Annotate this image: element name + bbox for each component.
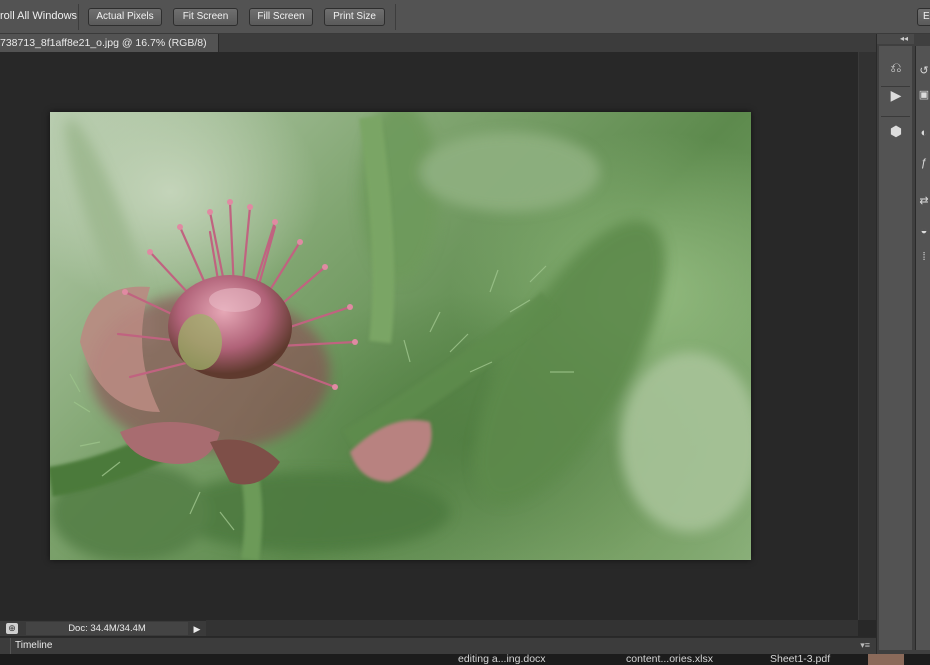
dock-divider	[881, 116, 910, 117]
dots-icon[interactable]: ⁞	[918, 250, 930, 264]
essentials-workspace-button[interactable]: Er	[917, 8, 930, 26]
document-image[interactable]	[50, 112, 751, 560]
history-icon[interactable]: ⎌	[887, 58, 905, 76]
panel-icon-column-2: ↺ ▣ ◐ ƒ ⇄ ◒ ⁞	[915, 46, 930, 650]
flower-photo	[50, 112, 751, 560]
vertical-scrollbar[interactable]	[858, 52, 876, 620]
document-tab-row: 738713_8f1aff8e21_o.jpg @ 16.7% (RGB/8)	[0, 34, 876, 52]
fill-screen-button[interactable]: Fill Screen	[249, 8, 313, 26]
scroll-all-windows-checkbox-label[interactable]: roll All Windows	[0, 10, 77, 22]
fx-icon[interactable]: ƒ	[918, 156, 930, 170]
desktop-file-strip: editing a...ing.docx content...ories.xls…	[0, 654, 930, 665]
doc-size-readout[interactable]: Doc: 34.4M/34.4M	[26, 622, 188, 635]
status-menu-arrow-icon[interactable]: ▶	[192, 623, 202, 635]
layers-icon[interactable]: ▣	[918, 88, 930, 102]
desktop-file-pdf[interactable]: Sheet1-3.pdf	[770, 654, 830, 665]
print-size-button[interactable]: Print Size	[324, 8, 385, 26]
fit-screen-button[interactable]: Fit Screen	[173, 8, 238, 26]
timeline-panel-bar: Timeline ▾≡	[0, 637, 876, 655]
document-tab-title: 738713_8f1aff8e21_o.jpg @ 16.7% (RGB/8)	[0, 37, 207, 49]
3d-icon[interactable]: ⬢	[887, 122, 905, 140]
status-bar: ⊕ Doc: 34.4M/34.4M ▶	[0, 620, 206, 636]
options-separator	[395, 4, 396, 30]
swap-icon[interactable]: ⇄	[918, 194, 930, 208]
collapse-panels-icon[interactable]: ◂◂	[877, 34, 914, 44]
options-separator	[78, 4, 79, 30]
panel-dock: ◂◂ ⎌ ▶ ⬢ ↺ ▣ ◐ ƒ ⇄ ◒ ⁞	[876, 34, 930, 654]
options-bar: roll All Windows Actual Pixels Fit Scree…	[0, 0, 930, 34]
rotate-icon[interactable]: ↺	[918, 64, 930, 78]
zoom-level-icon[interactable]: ⊕	[6, 623, 18, 634]
panel-menu-icon[interactable]: ▾≡	[860, 640, 870, 651]
panel-icon-column: ⎌ ▶ ⬢	[879, 46, 912, 650]
document-tab[interactable]: 738713_8f1aff8e21_o.jpg @ 16.7% (RGB/8)	[0, 34, 219, 52]
play-icon[interactable]: ▶	[887, 86, 905, 104]
desktop-file-xlsx[interactable]: content...ories.xlsx	[626, 654, 713, 665]
horizontal-scrollbar[interactable]	[206, 620, 858, 636]
desktop-file-docx[interactable]: editing a...ing.docx	[458, 654, 546, 665]
mask-icon[interactable]: ◒	[918, 224, 930, 238]
desktop-thumbnail[interactable]	[868, 654, 904, 665]
actual-pixels-button[interactable]: Actual Pixels	[88, 8, 162, 26]
adjustments-icon[interactable]: ◐	[918, 126, 930, 140]
timeline-tab[interactable]: Timeline	[10, 638, 56, 655]
